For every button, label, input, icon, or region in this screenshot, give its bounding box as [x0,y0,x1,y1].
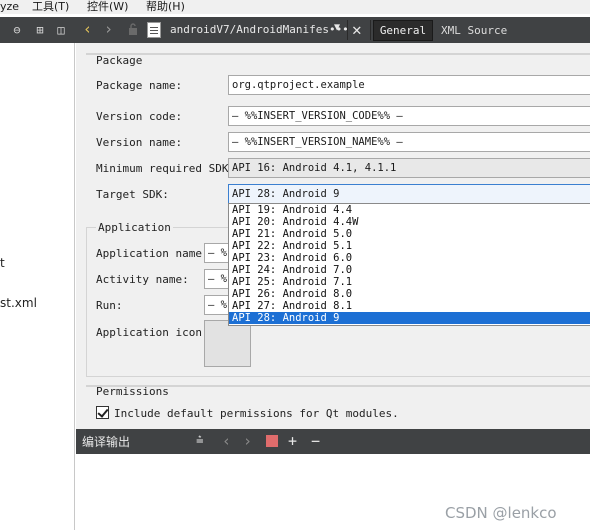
target-sdk-option[interactable]: API 26: Android 8.0 [229,288,590,300]
target-sdk-option[interactable]: API 24: Android 7.0 [229,264,590,276]
min-sdk-label: Minimum required SDK: [96,162,236,175]
target-sdk-option[interactable]: API 19: Android 4.4 [229,204,590,216]
menu-item-controls[interactable]: 控件(W) [87,0,128,13]
tree-fragment[interactable]: t [0,256,5,270]
divider [370,20,371,40]
app-name-field[interactable]: — % [204,243,230,263]
target-sdk-dropdown-list: API 19: Android 4.4 API 20: Android 4.4W A… [228,203,590,326]
project-tree: t st.xml [0,43,75,530]
run-label: Run: [96,299,123,312]
package-name-field[interactable]: org.qtproject.example [228,75,590,95]
output-pane-title: 编译输出 [82,435,131,449]
version-name-label: Version name: [96,136,183,149]
split-icon[interactable]: ⊞ [33,23,47,37]
target-sdk-option[interactable]: API 25: Android 7.1 [229,276,590,288]
tree-item-manifest[interactable]: st.xml [0,296,37,310]
target-sdk-option[interactable]: API 28: Android 9 [229,312,590,324]
tab-general[interactable]: General [373,20,433,41]
min-sdk-combobox[interactable]: API 16: Android 4.1, 4.1.1 [228,158,590,178]
app-name-label: Application name: [96,247,209,260]
stop-button[interactable] [266,435,278,447]
section-title-permissions: Permissions [96,385,169,398]
watermark: CSDN @lenkco [445,504,557,522]
project-pane-toolbar: ⊖ ⊞ ◫ [0,17,75,43]
file-name[interactable]: androidV7/AndroidManifes••• [170,23,349,36]
section-title-application: Application [96,221,173,234]
app-icon-button[interactable] [204,320,251,367]
zoom-in-icon[interactable]: + [288,432,297,450]
version-code-label: Version code: [96,110,183,123]
target-sdk-option[interactable]: API 27: Android 8.1 [229,300,590,312]
divider [86,53,590,55]
package-name-label: Package name: [96,79,183,92]
menu-bar: yze 工具(T) 控件(W) 帮助(H) [0,0,590,14]
next-icon[interactable]: › [243,432,252,450]
lock-icon [129,23,137,35]
link-icon[interactable]: ⊖ [10,23,24,37]
activity-name-label: Activity name: [96,273,189,286]
include-default-permissions-checkbox[interactable] [96,406,109,419]
tab-xml-source[interactable]: XML Source [441,21,507,40]
forward-icon[interactable]: › [104,21,113,37]
output-toolbar: 编译输出 ⩮ ‹ › + − [76,429,590,454]
activity-name-field[interactable]: — % [204,269,230,289]
prev-icon[interactable]: ‹ [222,432,231,450]
divider [347,20,348,40]
file-icon [147,22,161,38]
close-pane-icon[interactable]: ◫ [54,23,68,37]
target-sdk-combobox[interactable]: API 28: Android 9 [228,184,590,204]
menu-item-tools[interactable]: 工具(T) [32,0,69,13]
app-icon-label: Application icon: [96,326,209,339]
close-icon[interactable]: ✕ [352,20,362,39]
run-combobox[interactable]: — % [204,295,230,315]
target-sdk-label: Target SDK: [96,188,169,201]
target-sdk-option[interactable]: API 21: Android 5.0 [229,228,590,240]
menu-item-help[interactable]: 帮助(H) [146,0,185,13]
version-code-field[interactable]: — %%INSERT_VERSION_CODE%% — [228,106,590,126]
filter-icon[interactable]: ⩮ [196,432,204,450]
version-name-field[interactable]: — %%INSERT_VERSION_NAME%% — [228,132,590,152]
include-default-permissions-label: Include default permissions for Qt modul… [114,407,399,420]
chevron-down-icon[interactable]: ▼ [334,22,340,33]
target-sdk-option[interactable]: API 23: Android 6.0 [229,252,590,264]
editor-toolbar: ‹ › androidV7/AndroidManifes••• ▼ ✕ Gene… [75,17,590,43]
menu-item-analyze[interactable]: yze [0,0,19,13]
section-title-package: Package [96,54,143,67]
zoom-out-icon[interactable]: − [311,432,320,450]
target-sdk-option[interactable]: API 20: Android 4.4W [229,216,590,228]
target-sdk-option[interactable]: API 22: Android 5.1 [229,240,590,252]
back-icon[interactable]: ‹ [83,21,92,37]
